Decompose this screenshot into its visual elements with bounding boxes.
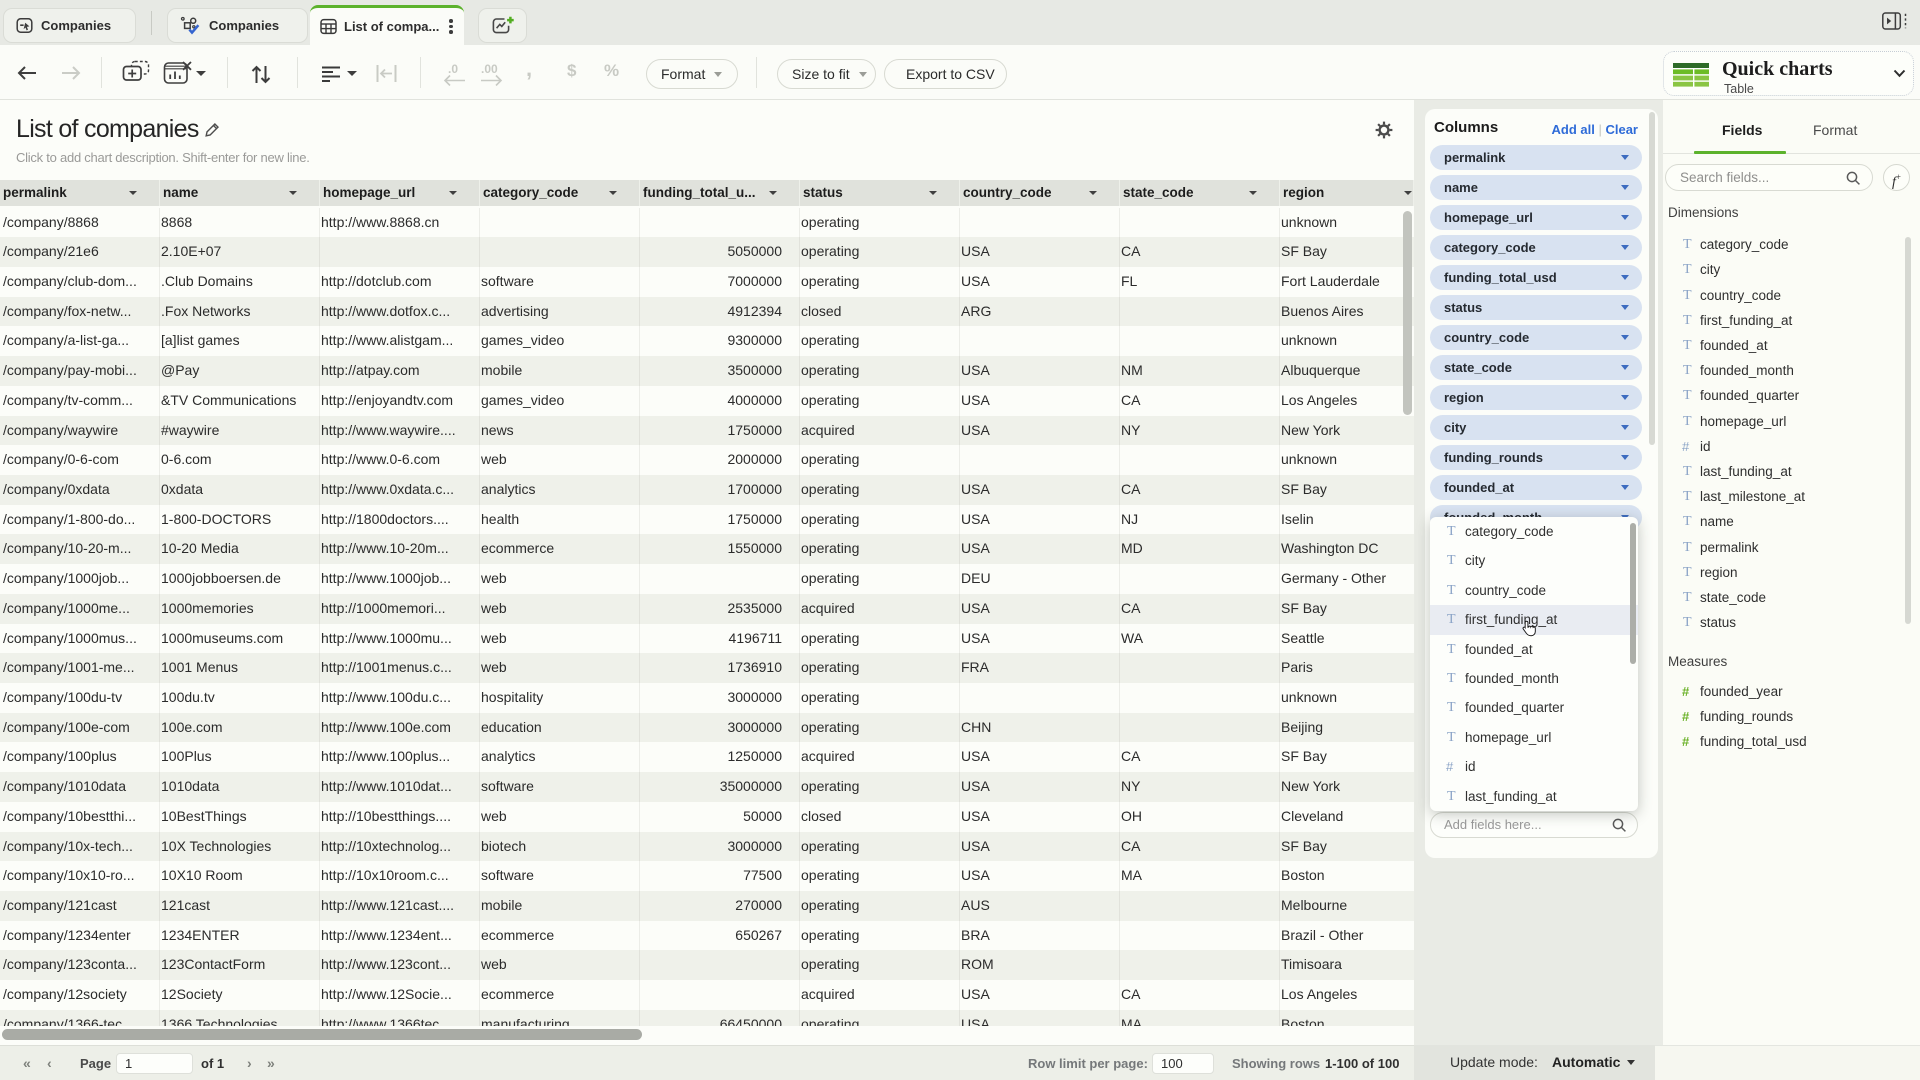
svg-text:.0: .0 (448, 62, 458, 76)
svg-text:.00: .00 (481, 62, 498, 76)
